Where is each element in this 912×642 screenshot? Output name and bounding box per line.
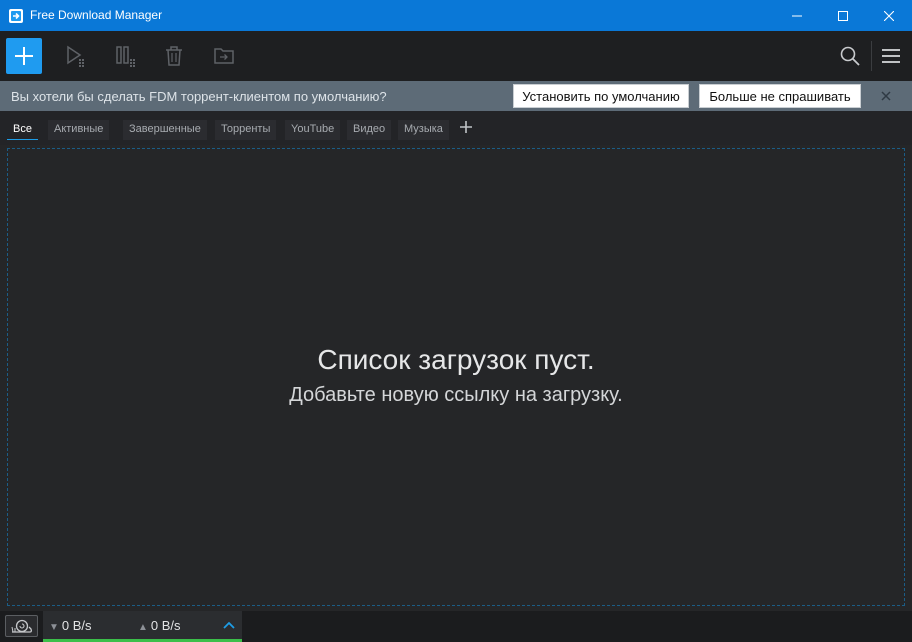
upload-speed-value: 0 B/s [150,618,181,633]
add-download-button[interactable] [6,38,42,74]
fdm-logo-icon [9,9,23,23]
trash-icon [166,46,182,66]
minimize-button[interactable] [774,0,820,31]
toolbar-divider [871,41,872,71]
title-bar: Free Download Manager [0,0,912,31]
hamburger-menu-icon [882,49,900,63]
drop-zone[interactable] [7,148,905,606]
close-window-button[interactable] [866,0,912,31]
chevron-up-icon[interactable] [221,618,237,632]
empty-list-subtitle: Добавьте новую ссылку на загрузку. [289,384,623,406]
banner-message: Вы хотели бы сделать FDM торрент-клиенто… [11,89,387,104]
tab-music[interactable]: Музыка [398,120,449,140]
banner-close-icon[interactable] [879,89,893,103]
empty-list-title: Список загрузок пуст. [317,344,595,375]
tab-active[interactable]: Активные [48,120,110,140]
pause-icon [116,46,135,67]
maximize-icon [838,10,848,21]
pause-button[interactable] [108,38,144,74]
tab-completed[interactable]: Завершенные [123,120,207,140]
delete-button[interactable] [156,38,192,74]
snail-icon [11,619,32,633]
dont-ask-again-button[interactable]: Больше не спрашивать [699,84,861,108]
search-button[interactable] [832,38,868,74]
download-speed-value: 0 B/s [61,618,92,633]
downloads-list-area[interactable]: Список загрузок пуст. Добавьте новую ссы… [0,145,912,611]
window-title: Free Download Manager [30,8,163,22]
maximize-button[interactable] [820,0,866,31]
tab-video[interactable]: Видео [347,120,392,140]
upload-arrow-icon: ▲ [138,622,148,633]
download-speed: ▼ 0 B/s [49,618,92,635]
move-to-folder-button[interactable] [206,38,242,74]
status-bar: ▼ 0 B/s ▲ 0 B/s [0,611,912,642]
close-icon [884,10,894,21]
resume-button[interactable] [58,38,94,74]
main-menu-button[interactable] [873,38,909,74]
download-arrow-icon: ▼ [49,622,59,633]
minimize-icon [792,15,802,16]
search-icon [840,46,860,66]
tab-all[interactable]: Все [7,120,38,140]
tab-torrents[interactable]: Торренты [215,120,277,140]
toolbar [0,31,912,81]
folder-move-icon [214,48,234,64]
upload-speed: ▲ 0 B/s [138,618,181,635]
play-icon [67,45,84,67]
add-tab-icon[interactable] [458,119,474,135]
speed-limit-button[interactable] [5,615,38,637]
tab-youtube[interactable]: YouTube [285,120,341,140]
default-client-banner: Вы хотели бы сделать FDM торрент-клиенто… [0,81,912,111]
set-default-button[interactable]: Установить по умолчанию [513,84,689,108]
filter-tabs: Все Активные Завершенные Торренты YouTub… [0,111,912,145]
plus-icon [15,47,33,65]
speed-panel[interactable]: ▼ 0 B/s ▲ 0 B/s [43,611,242,642]
